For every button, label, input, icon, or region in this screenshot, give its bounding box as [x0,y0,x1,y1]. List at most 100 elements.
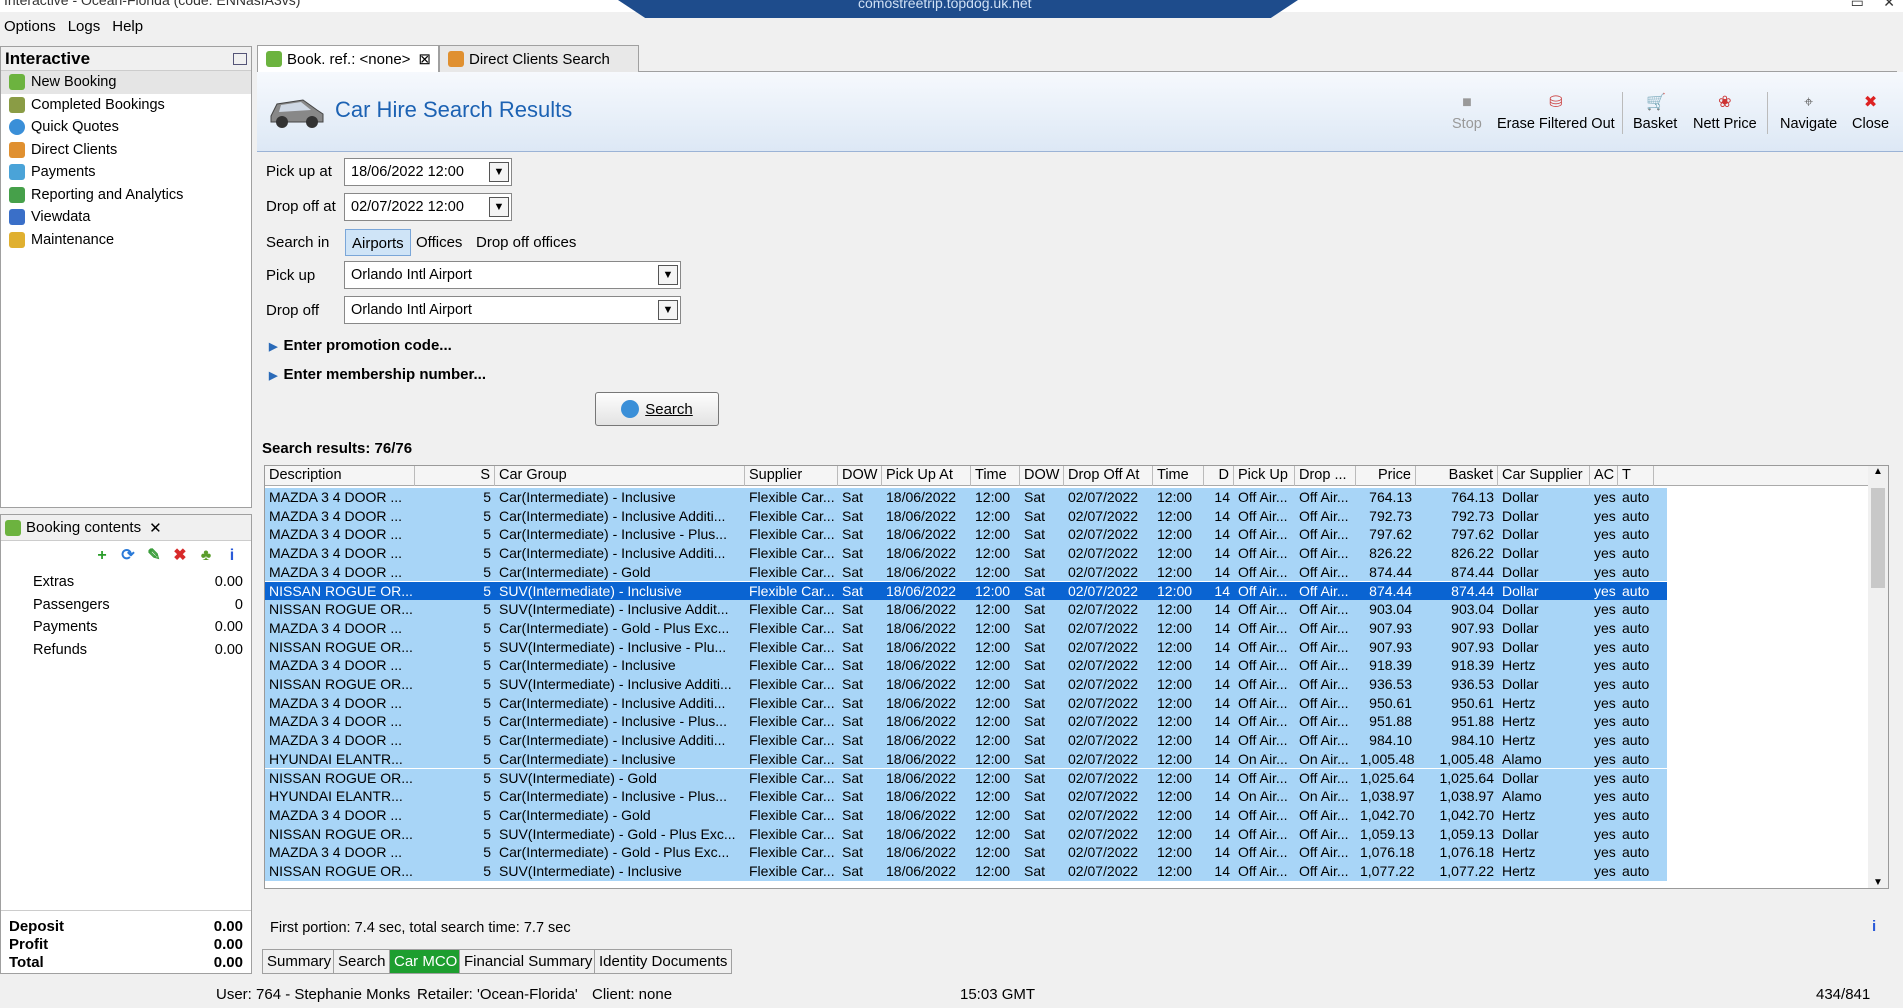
column-header[interactable]: S [415,466,495,486]
search-in-dropoff-offices[interactable]: Drop off offices [470,229,582,256]
close-icon[interactable]: ✕ [149,519,162,537]
minimize-icon[interactable]: - [233,52,247,65]
table-row[interactable]: MAZDA 3 4 DOOR ... 5 Car(Intermediate) - G… [265,805,1667,825]
column-header[interactable]: D [1204,466,1234,486]
scroll-down-icon[interactable]: ▼ [1868,877,1888,888]
dropdown-arrow-icon[interactable]: ▼ [658,300,678,320]
pickup-datetime-field[interactable]: 18/06/2022 12:00 ▼ [344,158,512,186]
dropoff-datetime-field[interactable]: 02/07/2022 12:00 ▼ [344,193,512,221]
nav-maintenance[interactable]: Maintenance [1,229,251,252]
dropdown-arrow-icon[interactable]: ▼ [489,162,509,182]
erase-filtered-button[interactable]: ⛁ Erase Filtered Out [1497,94,1615,132]
close-button[interactable]: ✖ Close [1852,94,1889,132]
menu-logs[interactable]: Logs [66,18,109,35]
nav-completed-bookings[interactable]: Completed Bookings [1,94,251,117]
search-in-offices[interactable]: Offices [410,229,468,256]
stop-button[interactable]: ■ Stop [1452,94,1482,132]
column-header[interactable]: Time [1153,466,1204,486]
table-row[interactable]: HYUNDAI ELANTR... 5 Car(Intermediate) - In… [265,787,1667,806]
scroll-up-icon[interactable]: ▲ [1868,466,1888,477]
table-row[interactable]: MAZDA 3 4 DOOR ... 5 Car(Intermediate) - I… [265,656,1667,675]
table-cell: 14 [1214,713,1230,730]
column-header[interactable]: Drop Off At [1064,466,1153,486]
table-row[interactable]: MAZDA 3 4 DOOR ... 5 Car(Intermediate) - I… [265,693,1667,713]
navigate-button[interactable]: ⌖ Navigate [1780,94,1837,132]
table-row[interactable]: MAZDA 3 4 DOOR ... 5 Car(Intermediate) - I… [265,731,1667,750]
delete-icon[interactable]: ✖ [171,547,189,565]
nav-reporting[interactable]: Reporting and Analytics [1,184,251,207]
search-in-airports[interactable]: Airports [345,229,411,256]
search-button[interactable]: Search [595,392,719,426]
nav-viewdata[interactable]: Viewdata [1,206,251,229]
edit-icon[interactable]: ✎ [145,547,163,565]
column-header[interactable]: Basket [1416,466,1498,486]
nav-payments[interactable]: Payments [1,161,251,184]
table-row[interactable]: NISSAN ROGUE OR... 5 SUV(Intermediate) - G… [265,824,1667,844]
table-row[interactable]: NISSAN ROGUE OR... 5 SUV(Intermediate) - I… [265,600,1667,619]
tab-search[interactable]: Search [333,949,391,974]
palm-tree-icon[interactable]: ♣ [197,547,215,565]
column-header[interactable]: DOW [838,466,882,486]
column-header[interactable]: Car Group [495,466,745,486]
results-grid[interactable]: Description S Car Group Supplier DOW Pick Up … [264,465,1889,889]
nav-direct-clients[interactable]: Direct Clients [1,139,251,162]
column-header[interactable]: AC [1590,466,1618,486]
column-header[interactable]: Supplier [745,466,838,486]
column-header[interactable]: Description [265,466,415,486]
column-header[interactable]: Pick Up At [882,466,971,486]
close-tab-icon[interactable]: ⊠ [418,50,431,68]
table-cell: auto [1622,750,1650,767]
dropoff-location-select[interactable]: Orlando Intl Airport ▼ [344,296,681,324]
window-controls[interactable]: ▭ ✕ [1851,0,1895,11]
tab-summary[interactable]: Summary [262,949,337,974]
add-icon[interactable]: + [93,547,111,565]
refresh-icon[interactable]: ⟳ [119,547,137,565]
column-header[interactable]: Price [1356,466,1416,486]
nav-quick-quotes[interactable]: Quick Quotes [1,116,251,139]
tab-book-ref[interactable]: Book. ref.: <none> ⊠ [257,45,439,72]
table-row[interactable]: HYUNDAI ELANTR... 5 Car(Intermediate) - In… [265,749,1667,769]
info-icon[interactable]: i [1872,918,1876,935]
column-header[interactable]: Pick Up [1234,466,1295,486]
table-row[interactable]: MAZDA 3 4 DOOR ... 5 Car(Intermediate) - I… [265,712,1667,732]
pickup-location-select[interactable]: Orlando Intl Airport ▼ [344,261,681,289]
table-row[interactable]: NISSAN ROGUE OR... 5 SUV(Intermediate) - I… [265,862,1667,881]
column-header[interactable]: Car Supplier [1498,466,1590,486]
table-row[interactable]: MAZDA 3 4 DOOR ... 5 Car(Intermediate) - I… [265,488,1667,507]
table-cell: 12:00 [975,601,1011,618]
column-header[interactable]: Time [971,466,1020,486]
column-header[interactable]: T [1618,466,1654,486]
basket-button[interactable]: 🛒 Basket [1633,94,1677,132]
tab-financial-summary[interactable]: Financial Summary [459,949,598,974]
table-cell: Flexible Car... [749,526,835,543]
table-row[interactable]: MAZDA 3 4 DOOR ... 5 Car(Intermediate) - I… [265,525,1667,545]
column-header[interactable]: Drop ... [1295,466,1356,486]
tab-direct-clients-search[interactable]: Direct Clients Search [439,45,639,72]
nett-price-icon: ❀ [1718,94,1732,111]
menu-help[interactable]: Help [110,18,151,35]
promotion-code-expander[interactable]: ▶ Enter promotion code... [269,337,452,354]
dropdown-arrow-icon[interactable]: ▼ [489,197,509,217]
menu-options[interactable]: Options [2,18,64,35]
column-header[interactable]: DOW [1020,466,1064,486]
status-memory: 434/841 [1816,986,1871,1003]
table-row[interactable]: MAZDA 3 4 DOOR ... 5 Car(Intermediate) - G… [265,562,1667,582]
table-row[interactable]: MAZDA 3 4 DOOR ... 5 Car(Intermediate) - I… [265,506,1667,526]
table-row[interactable]: MAZDA 3 4 DOOR ... 5 Car(Intermediate) - G… [265,618,1667,638]
scroll-thumb[interactable] [1871,488,1885,588]
nav-new-booking[interactable]: New Booking [1,71,251,94]
table-row[interactable]: NISSAN ROGUE OR... 5 SUV(Intermediate) - I… [265,675,1667,694]
tab-car-mco[interactable]: Car MCO [389,949,463,974]
table-cell: auto [1622,601,1650,618]
table-row[interactable]: NISSAN ROGUE OR... 5 SUV(Intermediate) - I… [265,581,1667,601]
vertical-scrollbar[interactable]: ▲ ▼ [1868,466,1888,888]
dropdown-arrow-icon[interactable]: ▼ [658,265,678,285]
membership-number-expander[interactable]: ▶ Enter membership number... [269,366,486,383]
info-icon[interactable]: i [223,547,241,565]
table-row[interactable]: MAZDA 3 4 DOOR ... 5 Car(Intermediate) - I… [265,544,1667,563]
nett-price-button[interactable]: ❀ Nett Price [1693,94,1757,132]
table-row[interactable]: NISSAN ROGUE OR... 5 SUV(Intermediate) - I… [265,637,1667,657]
tab-identity-documents[interactable]: Identity Documents [594,949,733,974]
table-row[interactable]: MAZDA 3 4 DOOR ... 5 Car(Intermediate) - G… [265,843,1667,862]
table-row[interactable]: NISSAN ROGUE OR... 5 SUV(Intermediate) - G… [265,768,1667,788]
